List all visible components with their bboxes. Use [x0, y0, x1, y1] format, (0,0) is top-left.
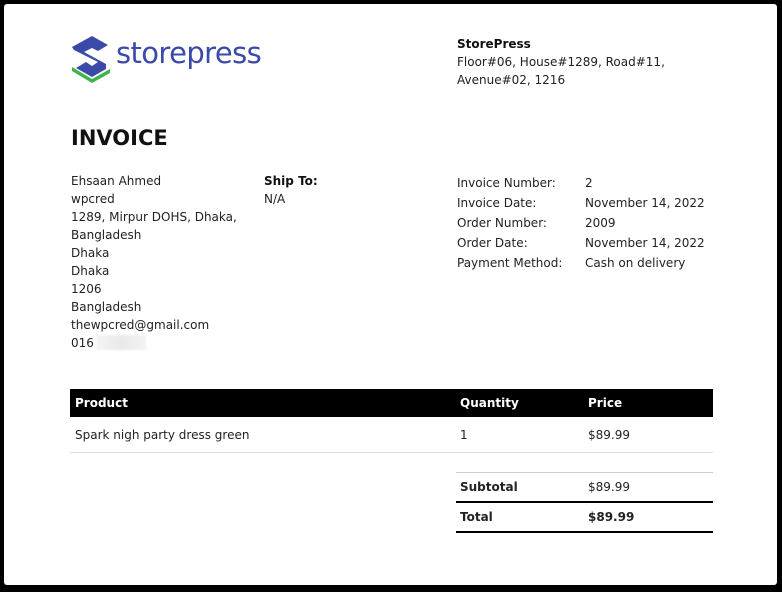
- meta-value: 2009: [585, 216, 616, 230]
- total-value: $89.99: [588, 510, 635, 524]
- redacted-phone: [95, 335, 146, 350]
- store-address-line1: Floor#06, House#1289, Road#11,: [457, 55, 665, 69]
- billing-address: Ehsaan Ahmed wpcred 1289, Mirpur DOHS, D…: [71, 172, 237, 352]
- subtotal-value: $89.99: [588, 480, 630, 494]
- logo-wordmark: storepress: [116, 36, 262, 70]
- bill-country: Bangladesh: [71, 300, 142, 314]
- totals-table: Subtotal $89.99 Total $89.99: [456, 472, 713, 533]
- store-address-line2: Avenue#02, 1216: [457, 73, 566, 87]
- meta-value: 2: [585, 176, 593, 190]
- meta-value: November 14, 2022: [585, 236, 705, 250]
- item-price: $89.99: [588, 427, 630, 442]
- meta-label: Invoice Number:: [457, 176, 556, 190]
- bill-email: thewpcred@gmail.com: [71, 318, 210, 332]
- subtotal-label: Subtotal: [460, 480, 518, 494]
- meta-row: Payment Method: Cash on delivery: [457, 253, 705, 273]
- order-items-table: Product Quantity Price Spark nigh party …: [70, 389, 713, 453]
- bill-postcode: 1206: [71, 282, 102, 296]
- bill-state: Dhaka: [71, 264, 110, 278]
- total-row: Total $89.99: [456, 503, 713, 533]
- storepress-logo-icon: [72, 36, 110, 83]
- bill-city: Dhaka: [71, 246, 110, 260]
- meta-row: Order Date: November 14, 2022: [457, 233, 705, 253]
- header-quantity: Quantity: [460, 396, 519, 410]
- meta-label: Order Date:: [457, 236, 528, 250]
- header-product: Product: [75, 396, 128, 410]
- meta-label: Invoice Date:: [457, 196, 537, 210]
- bill-name: Ehsaan Ahmed: [71, 174, 162, 188]
- meta-label: Payment Method:: [457, 256, 563, 270]
- header-price: Price: [588, 396, 623, 410]
- invoice-title: INVOICE: [71, 126, 168, 150]
- meta-row: Order Number: 2009: [457, 213, 705, 233]
- storepress-logo: storepress: [70, 33, 270, 83]
- ship-to-label: Ship To:: [264, 174, 318, 188]
- bill-street: 1289, Mirpur DOHS, Dhaka,: [71, 210, 237, 224]
- shipping-address: Ship To: N/A: [264, 172, 318, 208]
- ship-to-value: N/A: [264, 192, 286, 206]
- total-label: Total: [460, 510, 493, 524]
- meta-row: Invoice Number: 2: [457, 173, 705, 193]
- store-info: StorePress Floor#06, House#1289, Road#11…: [457, 35, 665, 89]
- subtotal-row: Subtotal $89.99: [456, 472, 713, 503]
- item-quantity: 1: [460, 427, 468, 442]
- meta-value: November 14, 2022: [585, 196, 705, 210]
- bill-country-line: Bangladesh: [71, 228, 142, 242]
- meta-value: Cash on delivery: [585, 256, 686, 270]
- bill-phone-prefix: 016: [71, 336, 94, 350]
- meta-label: Order Number:: [457, 216, 547, 230]
- meta-row: Invoice Date: November 14, 2022: [457, 193, 705, 213]
- table-row: Spark nigh party dress green 1 $89.99: [70, 417, 713, 453]
- store-name: StorePress: [457, 37, 531, 51]
- invoice-meta: Invoice Number: 2 Invoice Date: November 1…: [457, 173, 705, 273]
- item-product: Spark nigh party dress green: [75, 427, 250, 442]
- bill-company: wpcred: [71, 192, 115, 206]
- invoice-page: storepress StorePress Floor#06, House#12…: [4, 4, 777, 585]
- table-header: Product Quantity Price: [70, 389, 713, 417]
- bill-phone: 016: [71, 334, 237, 352]
